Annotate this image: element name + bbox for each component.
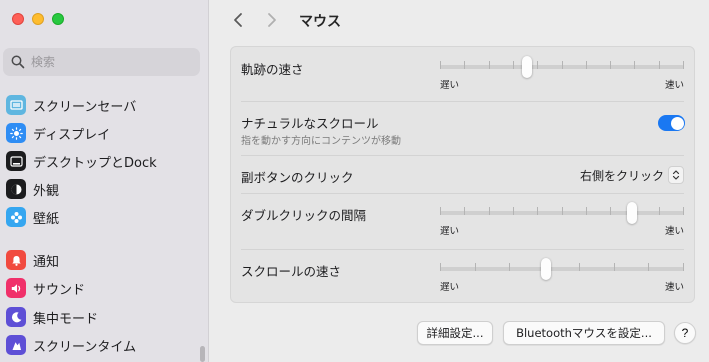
advanced-settings-button[interactable]: 詳細設定... bbox=[417, 321, 493, 345]
slider-tick bbox=[683, 207, 684, 215]
slider-tick bbox=[613, 263, 615, 271]
slider-tick bbox=[488, 61, 490, 69]
secondary-click-label: 副ボタンのクリック bbox=[241, 170, 354, 185]
sidebar-item-sound[interactable]: サウンド bbox=[6, 275, 202, 301]
sidebar-item-label: デスクトップとDock bbox=[33, 155, 157, 171]
slider-tick bbox=[683, 61, 684, 69]
settings-panel: 軌跡の速さ 遅い 速い ナチュラルなスクロール 指を動かす方向にコンテンツが移動… bbox=[230, 46, 695, 303]
slider-tick bbox=[578, 263, 580, 271]
slider-tick bbox=[610, 207, 612, 215]
sound-icon bbox=[6, 278, 26, 298]
sidebar-item-label: スクリーンセーバ bbox=[33, 99, 137, 115]
double-click-label: ダブルクリックの間隔 bbox=[241, 208, 367, 223]
sidebar-item-appearance[interactable]: 外観 bbox=[6, 176, 202, 202]
slider-tick bbox=[474, 263, 476, 271]
wallpaper-icon bbox=[6, 207, 26, 227]
sidebar-item-label: 集中モード bbox=[33, 311, 99, 327]
search-field[interactable] bbox=[3, 48, 200, 76]
slider-tick bbox=[488, 207, 490, 215]
sidebar-item-screen-time[interactable]: スクリーンタイム bbox=[6, 332, 202, 358]
secondary-click-select[interactable]: 右側をクリック bbox=[580, 166, 684, 184]
slider-thumb[interactable] bbox=[627, 202, 638, 224]
divider bbox=[241, 193, 684, 194]
slider-min-label: 遅い bbox=[440, 282, 460, 293]
sidebar-item-wallpaper[interactable]: 壁紙 bbox=[6, 204, 202, 230]
help-button[interactable]: ? bbox=[674, 322, 696, 344]
sidebar-item-screensaver[interactable]: スクリーンセーバ bbox=[6, 92, 202, 118]
natural-scroll-description: 指を動かす方向にコンテンツが移動 bbox=[241, 136, 401, 147]
sidebar-item-focus[interactable]: 集中モード bbox=[6, 304, 202, 330]
slider-tick bbox=[440, 263, 441, 271]
screentime-icon bbox=[6, 335, 26, 355]
chevron-up-down-icon bbox=[668, 166, 684, 184]
slider-tick bbox=[537, 61, 539, 69]
slider-tick bbox=[512, 207, 514, 215]
page-title: マウス bbox=[299, 14, 341, 30]
slider-tick bbox=[658, 207, 660, 215]
search-input[interactable] bbox=[31, 55, 181, 69]
display-icon bbox=[6, 123, 26, 143]
sidebar-item-desktop-dock[interactable]: デスクトップとDock bbox=[6, 148, 202, 174]
sidebar-item-displays[interactable]: ディスプレイ bbox=[6, 120, 202, 146]
sidebar-item-label: 壁紙 bbox=[33, 211, 60, 227]
chevron-right-icon bbox=[268, 13, 276, 27]
slider-tick bbox=[658, 61, 660, 69]
close-window-button[interactable] bbox=[12, 13, 24, 25]
back-button[interactable] bbox=[228, 10, 248, 30]
window-controls bbox=[12, 13, 64, 25]
slider-tick bbox=[585, 61, 587, 69]
slider-tick bbox=[683, 263, 684, 271]
natural-scroll-toggle[interactable] bbox=[658, 115, 685, 131]
main-pane: マウス 軌跡の速さ 遅い 速い ナチュラルなスクロール 指を動かす方向にコンテン… bbox=[210, 0, 709, 362]
chevron-left-icon bbox=[234, 13, 242, 27]
slider-tick bbox=[537, 207, 539, 215]
slider-tick bbox=[512, 61, 514, 69]
slider-thumb[interactable] bbox=[540, 258, 551, 280]
slider-tick bbox=[561, 61, 563, 69]
sidebar-item-label: サウンド bbox=[33, 282, 86, 298]
slider-tick bbox=[634, 61, 636, 69]
slider-tick bbox=[440, 61, 441, 69]
secondary-click-value: 右側をクリック bbox=[579, 168, 664, 183]
sidebar-item-label: 通知 bbox=[33, 254, 60, 270]
forward-button[interactable] bbox=[262, 10, 282, 30]
slider-tick bbox=[585, 207, 587, 215]
sidebar-item-label: ディスプレイ bbox=[33, 127, 111, 143]
divider bbox=[241, 155, 684, 156]
slider-tick bbox=[561, 207, 563, 215]
search-icon bbox=[11, 55, 25, 69]
zoom-window-button[interactable] bbox=[52, 13, 64, 25]
slider-max-label: 速い bbox=[664, 226, 684, 237]
dock-icon bbox=[6, 151, 26, 171]
slider-max-label: 速い bbox=[664, 80, 684, 91]
slider-tick bbox=[610, 61, 612, 69]
divider bbox=[241, 249, 684, 250]
slider-tick bbox=[464, 61, 466, 69]
slider-min-label: 遅い bbox=[440, 80, 460, 91]
sidebar-item-label: スクリーンタイム bbox=[33, 339, 137, 355]
sidebar-scrollbar[interactable] bbox=[200, 346, 205, 362]
sidebar-item-notifications[interactable]: 通知 bbox=[6, 247, 202, 273]
setup-bluetooth-mouse-button[interactable]: Bluetoothマウスを設定... bbox=[503, 321, 665, 345]
slider-min-label: 遅い bbox=[440, 226, 460, 237]
natural-scroll-label: ナチュラルなスクロール bbox=[241, 116, 379, 131]
screensaver-icon bbox=[6, 95, 26, 115]
minimize-window-button[interactable] bbox=[32, 13, 44, 25]
scroll-speed-label: スクロールの速さ bbox=[241, 264, 342, 279]
notifications-icon bbox=[6, 250, 26, 270]
tracking-speed-label: 軌跡の速さ bbox=[241, 62, 304, 77]
slider-tick bbox=[509, 263, 511, 271]
slider-tick bbox=[440, 207, 441, 215]
slider-tick bbox=[648, 263, 650, 271]
sidebar: スクリーンセーバ ディスプレイ デスクトップとDock 外観 壁紙 通知 bbox=[0, 0, 209, 362]
sidebar-item-label: 外観 bbox=[33, 183, 60, 199]
appearance-icon bbox=[6, 179, 26, 199]
slider-thumb[interactable] bbox=[521, 56, 532, 78]
toggle-knob bbox=[670, 116, 684, 130]
slider-tick bbox=[464, 207, 466, 215]
divider bbox=[241, 101, 684, 102]
focus-icon bbox=[6, 307, 26, 327]
slider-max-label: 速い bbox=[664, 282, 684, 293]
